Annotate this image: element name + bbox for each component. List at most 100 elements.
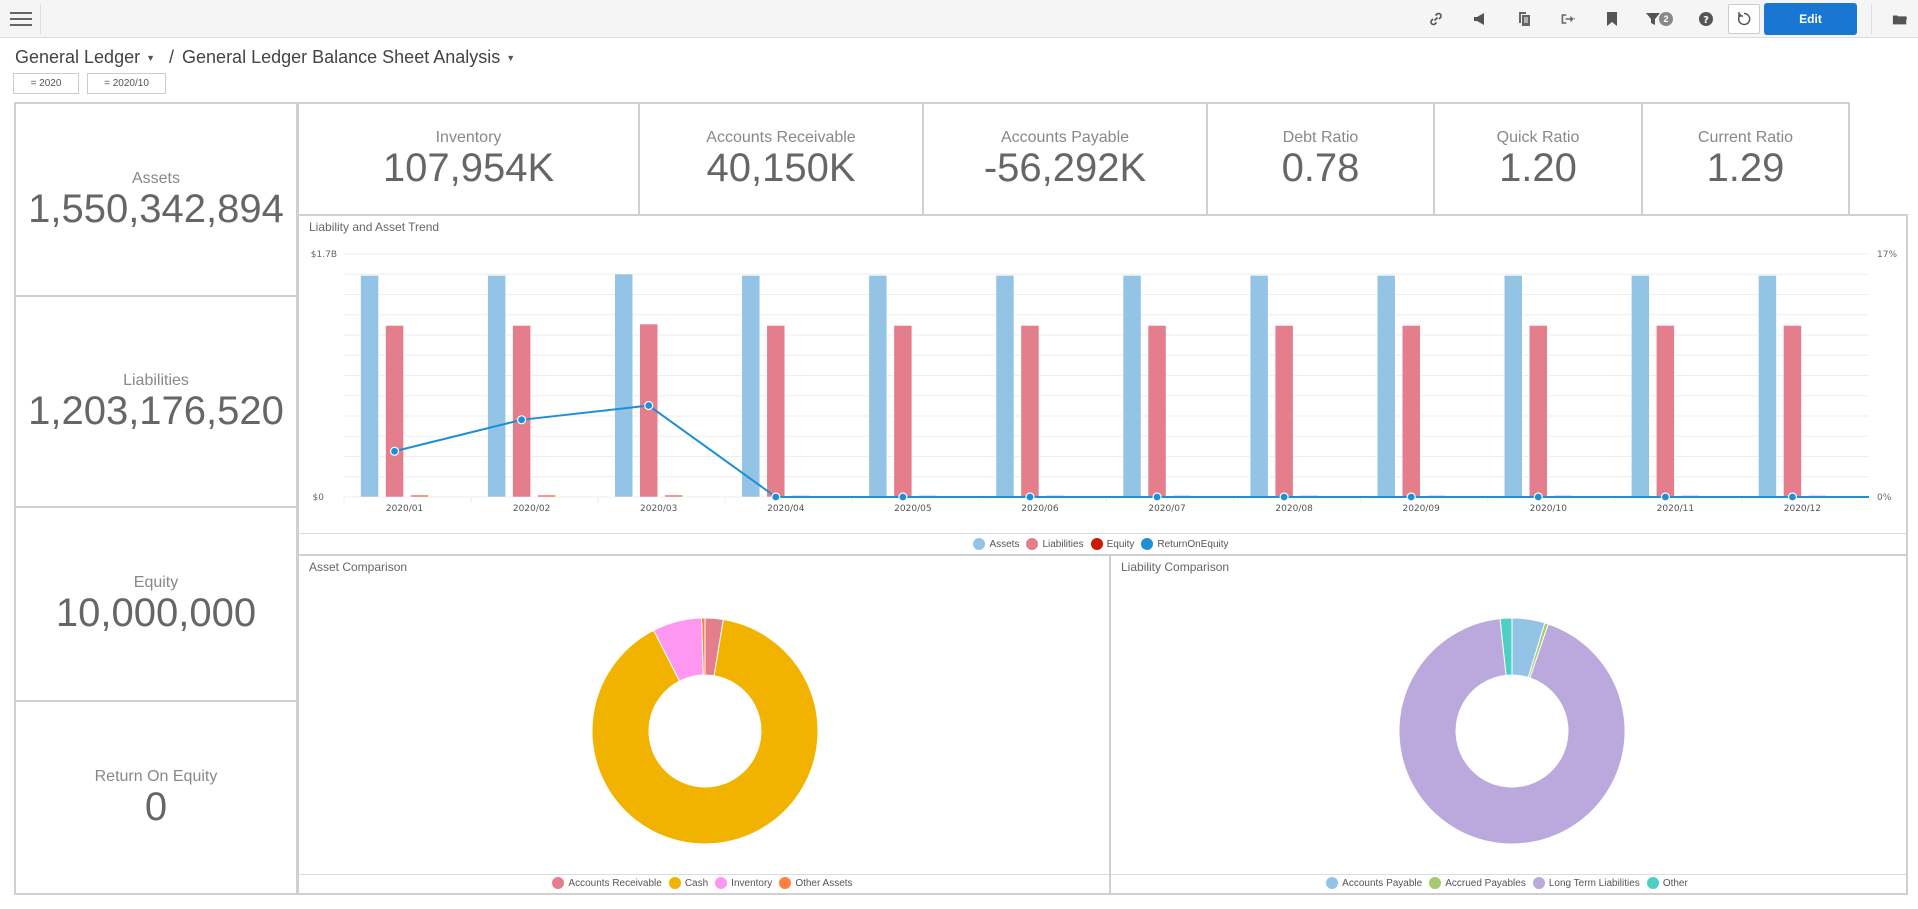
breadcrumb-item-general-ledger[interactable]: General Ledger ▼ (15, 47, 155, 68)
point-returnonequity[interactable] (644, 400, 654, 411)
legend-item-accrued-payables[interactable]: Accrued Payables (1429, 877, 1526, 889)
liability-donut-chart (1398, 617, 1626, 845)
bookmark-icon[interactable] (1590, 0, 1634, 38)
legend-item-equity[interactable]: Equity (1090, 538, 1135, 550)
legend-swatch (1026, 538, 1039, 550)
point-returnonequity[interactable] (1152, 492, 1162, 502)
help-icon[interactable]: ? (1684, 0, 1728, 38)
edit-button[interactable]: Edit (1764, 3, 1857, 35)
x-tick-label: 2020/04 (767, 504, 805, 514)
legend-label: Accounts Receivable (568, 877, 662, 889)
bar-liabilities[interactable] (1529, 325, 1548, 498)
refresh-button[interactable] (1728, 4, 1760, 34)
bar-liabilities[interactable] (893, 325, 913, 498)
bar-liabilities[interactable] (1401, 325, 1421, 498)
bar-liabilities[interactable] (1274, 325, 1294, 498)
bar-assets[interactable] (741, 275, 761, 498)
kpi-value: 1,550,342,894 (28, 186, 284, 231)
bar-liabilities[interactable] (1783, 325, 1802, 498)
legend-label: Accounts Payable (1342, 877, 1423, 889)
liability-legend: Accounts Payable Accrued Payables Long Ter… (1111, 877, 1906, 889)
bar-assets[interactable] (868, 275, 888, 498)
point-returnonequity[interactable] (1279, 492, 1289, 502)
toolbar-divider (40, 4, 41, 34)
legend-item-accounts-payable[interactable]: Accounts Payable (1326, 877, 1422, 889)
legend-divider (1111, 874, 1906, 875)
point-returnonequity[interactable] (1025, 492, 1035, 502)
bar-assets[interactable] (487, 275, 506, 498)
hamburger-menu-icon[interactable] (10, 8, 32, 30)
legend-swatch (1326, 877, 1339, 889)
filter-bar: = 2020 = 2020/10 (13, 73, 166, 94)
legend-item-liabilities[interactable]: Liabilities (1026, 538, 1084, 550)
bar-assets[interactable] (1758, 275, 1777, 498)
x-tick-label: 2020/11 (1657, 504, 1694, 514)
copy-icon[interactable] (1502, 0, 1546, 38)
legend-swatch (552, 877, 565, 889)
legend-item-cash[interactable]: Cash (668, 877, 708, 889)
kpi-label: Accounts Payable (1000, 129, 1130, 146)
bar-assets[interactable] (1631, 275, 1650, 498)
legend-item-assets[interactable]: Assets (973, 538, 1019, 550)
x-tick-label: 2020/03 (640, 504, 677, 514)
breadcrumb-item-dashboard[interactable]: General Ledger Balance Sheet Analysis ▼ (182, 47, 515, 68)
point-returnonequity[interactable] (771, 492, 781, 502)
bar-equity[interactable] (537, 494, 556, 498)
point-returnonequity[interactable] (1406, 492, 1416, 502)
point-returnonequity[interactable] (389, 446, 400, 456)
bar-assets[interactable] (1249, 275, 1269, 498)
bar-assets[interactable] (995, 275, 1015, 498)
point-returnonequity[interactable] (898, 492, 908, 502)
bar-liabilities[interactable] (1147, 325, 1167, 498)
legend-item-accounts-receivable[interactable]: Accounts Receivable (552, 877, 662, 889)
breadcrumb-label: General Ledger Balance Sheet Analysis (182, 47, 501, 67)
bar-liabilities[interactable] (385, 325, 404, 498)
breadcrumb-label: General Ledger (15, 47, 141, 67)
legend-item-inventory[interactable]: Inventory (715, 877, 772, 889)
bar-equity[interactable] (410, 494, 429, 498)
bar-liabilities[interactable] (1020, 325, 1040, 498)
legend-item-returnonequity[interactable]: ReturnOnEquity (1141, 538, 1229, 550)
point-returnonequity[interactable] (1660, 492, 1670, 502)
megaphone-icon[interactable] (1458, 0, 1502, 38)
kpi-quick-ratio: Quick Ratio 1.20 (1433, 102, 1643, 216)
legend-item-long-term-liabilities[interactable]: Long Term Liabilities (1532, 877, 1640, 889)
kpi-label: Liabilities (123, 371, 189, 389)
kpi-label: Inventory (435, 129, 502, 146)
kpi-value: -56,292K (983, 146, 1147, 190)
filter-icon[interactable]: 2 (1634, 0, 1684, 38)
x-tick-label: 2020/05 (894, 504, 931, 514)
bar-liabilities[interactable] (512, 325, 531, 498)
export-icon[interactable] (1546, 0, 1590, 38)
kpi-value: 0 (144, 784, 168, 829)
legend-item-other[interactable]: Other (1646, 877, 1688, 889)
legend-label: ReturnOnEquity (1157, 538, 1229, 550)
filter-chip-year[interactable]: = 2020 (13, 73, 79, 94)
bar-assets[interactable] (360, 275, 379, 498)
bar-liabilities[interactable] (1656, 325, 1675, 498)
bar-assets[interactable] (1122, 275, 1142, 498)
point-returnonequity[interactable] (1533, 492, 1543, 502)
point-returnonequity[interactable] (517, 415, 527, 425)
legend-label: Other Assets (795, 877, 853, 889)
bar-equity[interactable] (664, 494, 683, 498)
kpi-value: 0.78 (1281, 146, 1360, 190)
filter-chip-period[interactable]: = 2020/10 (87, 73, 166, 94)
kpi-assets: Assets 1,550,342,894 (14, 102, 298, 297)
legend-swatch (779, 877, 792, 889)
bar-liabilities[interactable] (766, 325, 786, 498)
y-tick-label: $1.7B (311, 250, 337, 260)
kpi-value: 1.20 (1499, 146, 1577, 190)
legend-item-other-assets[interactable]: Other Assets (779, 877, 853, 889)
legend-label: Equity (1106, 538, 1135, 550)
x-tick-label: 2020/01 (386, 504, 423, 514)
legend-swatch (973, 538, 986, 550)
refresh-icon (1737, 12, 1751, 26)
bar-assets[interactable] (1376, 275, 1396, 498)
folder-icon[interactable] (1882, 0, 1918, 38)
bar-assets[interactable] (614, 273, 633, 498)
bar-assets[interactable] (1504, 275, 1523, 498)
link-icon[interactable] (1414, 0, 1458, 38)
legend-divider (299, 874, 1109, 875)
point-returnonequity[interactable] (1787, 492, 1798, 502)
